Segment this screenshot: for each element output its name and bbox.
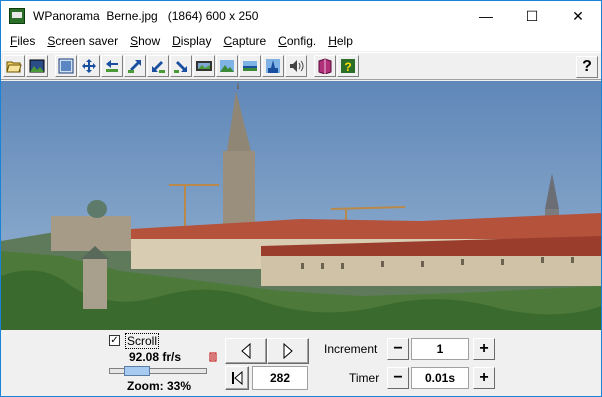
increment-minus-button[interactable]: −: [387, 338, 409, 360]
picture-button[interactable]: [26, 55, 48, 77]
timer-plus-button[interactable]: +: [473, 367, 495, 389]
book-button[interactable]: [314, 55, 336, 77]
increment-field[interactable]: 1: [411, 338, 469, 360]
scroll-up-right-icon: [128, 60, 141, 73]
fps-readout: 92.08 fr/s: [129, 350, 182, 364]
menu-config[interactable]: Config.: [272, 31, 322, 51]
trace-icon: [209, 352, 217, 362]
center-tower-button[interactable]: [262, 55, 284, 77]
help-button[interactable]: ?: [576, 56, 598, 78]
minimize-button[interactable]: —: [463, 1, 509, 31]
skip-start-icon: [232, 371, 243, 385]
position-field[interactable]: 282: [252, 366, 308, 390]
move-icon: [82, 59, 96, 73]
fit-window-button[interactable]: [55, 55, 77, 77]
landscape-icon: [220, 60, 234, 72]
horizon-icon: [243, 61, 257, 71]
film-strip-icon: [196, 61, 212, 71]
timer-minus-button[interactable]: −: [387, 367, 409, 389]
menu-bar: Files Screen saver Show Display Capture …: [1, 31, 601, 51]
scroll-up-right-button[interactable]: [124, 55, 146, 77]
zoom-readout: Zoom: 33%: [127, 379, 192, 393]
move-button[interactable]: [78, 55, 100, 77]
increment-label: Increment: [324, 342, 378, 356]
toolbar: ? ?: [1, 52, 601, 80]
landscape-button[interactable]: [216, 55, 238, 77]
close-button[interactable]: ✕: [555, 1, 601, 31]
scroll-down-right-icon: [174, 61, 187, 73]
app-icon: [9, 8, 25, 24]
open-file-button[interactable]: [3, 55, 25, 77]
window-title: WPanorama Berne.jpg (1864) 600 x 250: [33, 9, 259, 23]
scroll-down-left-icon: [152, 61, 165, 73]
book-icon: [318, 58, 332, 74]
menu-help[interactable]: Help: [322, 31, 359, 51]
picture-icon: [29, 59, 45, 73]
menu-show[interactable]: Show: [124, 31, 166, 51]
zoom-slider-thumb[interactable]: [124, 366, 150, 376]
horizon-button[interactable]: [239, 55, 261, 77]
increment-plus-button[interactable]: +: [473, 338, 495, 360]
panorama-image: [1, 81, 601, 330]
menu-display[interactable]: Display: [166, 31, 217, 51]
scroll-down-left-button[interactable]: [147, 55, 169, 77]
scroll-label[interactable]: Scroll: [125, 333, 160, 349]
menu-files[interactable]: Files: [4, 31, 41, 51]
scroll-left-button[interactable]: [101, 55, 123, 77]
right-arrow-icon: [283, 343, 293, 359]
title-bar: WPanorama Berne.jpg (1864) 600 x 250 — ☐…: [0, 0, 602, 31]
svg-text:?: ?: [344, 60, 351, 74]
fit-window-icon: [58, 58, 74, 74]
scroll-left-icon: [106, 60, 118, 72]
scroll-checkbox[interactable]: ✓: [109, 335, 120, 346]
help-book-button[interactable]: ?: [337, 55, 359, 77]
left-arrow-icon: [241, 343, 251, 359]
panorama-view[interactable]: [1, 81, 601, 330]
scroll-left-arrow-button[interactable]: [225, 338, 267, 364]
sound-button[interactable]: [285, 55, 307, 77]
go-to-start-button[interactable]: [225, 366, 249, 390]
film-strip-button[interactable]: [193, 55, 215, 77]
menu-screen-saver[interactable]: Screen saver: [41, 31, 124, 51]
help-book-icon: ?: [341, 59, 355, 74]
menu-capture[interactable]: Capture: [217, 31, 272, 51]
timer-field[interactable]: 0.01s: [411, 367, 469, 389]
timer-label: Timer: [349, 371, 380, 385]
scroll-down-right-button[interactable]: [170, 55, 192, 77]
scroll-right-arrow-button[interactable]: [267, 338, 309, 364]
control-panel: ✓ Scroll 92.08 fr/s Zoom: 33% 282 Increm…: [1, 330, 601, 396]
zoom-slider[interactable]: [109, 366, 207, 376]
open-file-icon: [6, 61, 22, 73]
sound-icon: [290, 60, 304, 72]
center-tower-icon: [266, 59, 280, 73]
maximize-button[interactable]: ☐: [509, 1, 555, 31]
